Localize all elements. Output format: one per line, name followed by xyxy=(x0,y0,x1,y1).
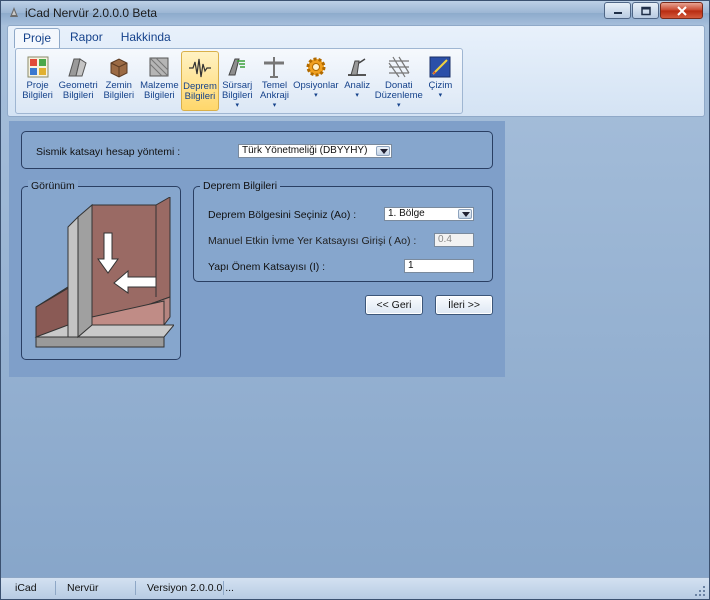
chevron-down-icon: ▾ xyxy=(438,92,443,99)
status-product: Nervür xyxy=(67,582,99,594)
status-app: iCad xyxy=(15,582,37,594)
manual-accel-label: Manuel Etkin İvme Yer Katsayısı Girişi (… xyxy=(208,235,417,247)
window-title: iCad Nervür 2.0.0.0 Beta xyxy=(25,6,158,20)
preview-group: Görünüm xyxy=(21,180,181,360)
status-separator xyxy=(135,581,136,595)
title-bar[interactable]: iCad Nervür 2.0.0.0 Beta xyxy=(1,1,709,25)
method-group: Sismik katsayı hesap yöntemi : Türk Yöne… xyxy=(21,131,493,169)
zone-label: Deprem Bölgesini Seçiniz (Ao) : xyxy=(208,209,357,221)
geometry-icon xyxy=(68,58,87,77)
surcharge-icon xyxy=(228,58,246,76)
chevron-down-icon: ▾ xyxy=(314,92,318,99)
app-icon xyxy=(10,7,18,17)
importance-label: Yapı Önem Katsayısı (I) : xyxy=(208,261,326,273)
method-select-value: Türk Yönetmeliği (DBYYHY) xyxy=(242,145,368,156)
tab-hakkinda[interactable]: Hakkinda xyxy=(113,28,179,48)
minimize-button[interactable] xyxy=(604,2,631,19)
material-info-button[interactable]: Malzeme Bilgileri xyxy=(137,51,181,111)
chevron-down-icon xyxy=(462,212,470,217)
rebar-button[interactable]: Donati Düzenleme ▾ xyxy=(374,51,423,111)
method-select[interactable]: Türk Yönetmeliği (DBYYHY) xyxy=(238,144,392,158)
soil-info-label-2: Bilgileri xyxy=(103,90,135,101)
resize-grip-icon[interactable] xyxy=(694,585,706,597)
options-button[interactable]: Opsiyonlar ▾ xyxy=(293,51,339,111)
maximize-icon xyxy=(640,6,651,15)
status-separator xyxy=(223,581,224,595)
analysis-button[interactable]: Analiz ▾ xyxy=(339,51,376,111)
geometry-info-button[interactable]: Geometri Bilgileri xyxy=(56,51,100,111)
material-info-label-2: Bilgileri xyxy=(144,90,175,101)
anchor-button[interactable]: Temel Ankraji ▾ xyxy=(256,51,293,111)
anchor-icon xyxy=(264,57,285,78)
zone-select[interactable]: 1. Bölge xyxy=(384,207,474,221)
app-window: iCad Nervür 2.0.0.0 Beta Proje Rapor Hak… xyxy=(0,0,710,600)
close-button[interactable] xyxy=(660,2,703,19)
soil-info-button[interactable]: Zemin Bilgileri xyxy=(100,51,137,111)
status-bar: iCad Nervür Versiyon 2.0.0.0 ... xyxy=(1,577,709,599)
analysis-icon xyxy=(348,58,367,76)
tab-rapor[interactable]: Rapor xyxy=(62,28,111,48)
analysis-label: Analiz xyxy=(344,80,371,91)
seismic-group: Deprem Bilgileri Deprem Bölgesini Seçini… xyxy=(193,180,493,282)
material-icon xyxy=(149,57,169,77)
drawing-button[interactable]: Çizim ▾ xyxy=(422,51,459,111)
chevron-down-icon: ▾ xyxy=(355,92,359,99)
project-info-icon xyxy=(27,56,49,78)
next-button[interactable]: İleri >> xyxy=(435,295,493,315)
ribbon-panel: Proje Bilgileri Geometri Bilgileri Zemin… xyxy=(15,48,463,114)
manual-accel-input[interactable]: 0.4 xyxy=(434,233,474,247)
zone-select-value: 1. Bölge xyxy=(388,208,425,219)
close-icon xyxy=(676,5,687,16)
soil-icon xyxy=(110,58,128,78)
dropdown-button[interactable] xyxy=(458,209,472,219)
ribbon-tabs: Proje Rapor Hakkinda xyxy=(14,28,181,48)
chevron-down-icon xyxy=(380,149,388,154)
surcharge-info-button[interactable]: Sürsarj Bilgileri ▾ xyxy=(219,51,256,111)
method-label: Sismik katsayı hesap yöntemi : xyxy=(36,146,181,158)
drawing-label: Çizim xyxy=(428,80,453,91)
rebar-label-2: Düzenleme xyxy=(374,90,423,101)
seismic-info-label-2: Bilgileri xyxy=(184,91,216,102)
options-label: Opsiyonlar xyxy=(293,80,339,91)
geometry-info-label-2: Bilgileri xyxy=(62,90,94,101)
status-version: Versiyon 2.0.0.0 ... xyxy=(147,582,234,594)
anchor-label-2: Ankraji xyxy=(259,90,290,101)
project-info-label-2: Bilgileri xyxy=(22,90,53,101)
seismic-info-button[interactable]: Deprem Bilgileri xyxy=(181,51,219,111)
content-area: Sismik katsayı hesap yöntemi : Türk Yöne… xyxy=(9,121,505,377)
status-separator xyxy=(55,581,56,595)
back-button[interactable]: << Geri xyxy=(365,295,423,315)
minimize-icon xyxy=(613,11,622,14)
chevron-down-icon: ▾ xyxy=(272,102,277,109)
surcharge-info-label-2: Bilgileri xyxy=(221,90,253,101)
rebar-icon xyxy=(388,56,410,78)
dropdown-button[interactable] xyxy=(376,146,390,156)
gear-icon xyxy=(306,57,326,77)
retaining-wall-diagram xyxy=(34,197,174,348)
chevron-down-icon: ▾ xyxy=(397,102,401,109)
tab-proje[interactable]: Proje xyxy=(14,28,61,48)
maximize-button[interactable] xyxy=(632,2,659,19)
project-info-button[interactable]: Proje Bilgileri xyxy=(19,51,56,111)
seismic-icon xyxy=(188,58,211,78)
importance-input[interactable]: 1 xyxy=(404,259,474,273)
preview-title: Görünüm xyxy=(28,180,78,192)
chevron-down-icon: ▾ xyxy=(235,102,240,109)
drawing-icon xyxy=(429,56,451,78)
ribbon: Proje Rapor Hakkinda Proje Bilgileri Geo… xyxy=(7,25,705,117)
seismic-title: Deprem Bilgileri xyxy=(200,180,281,192)
